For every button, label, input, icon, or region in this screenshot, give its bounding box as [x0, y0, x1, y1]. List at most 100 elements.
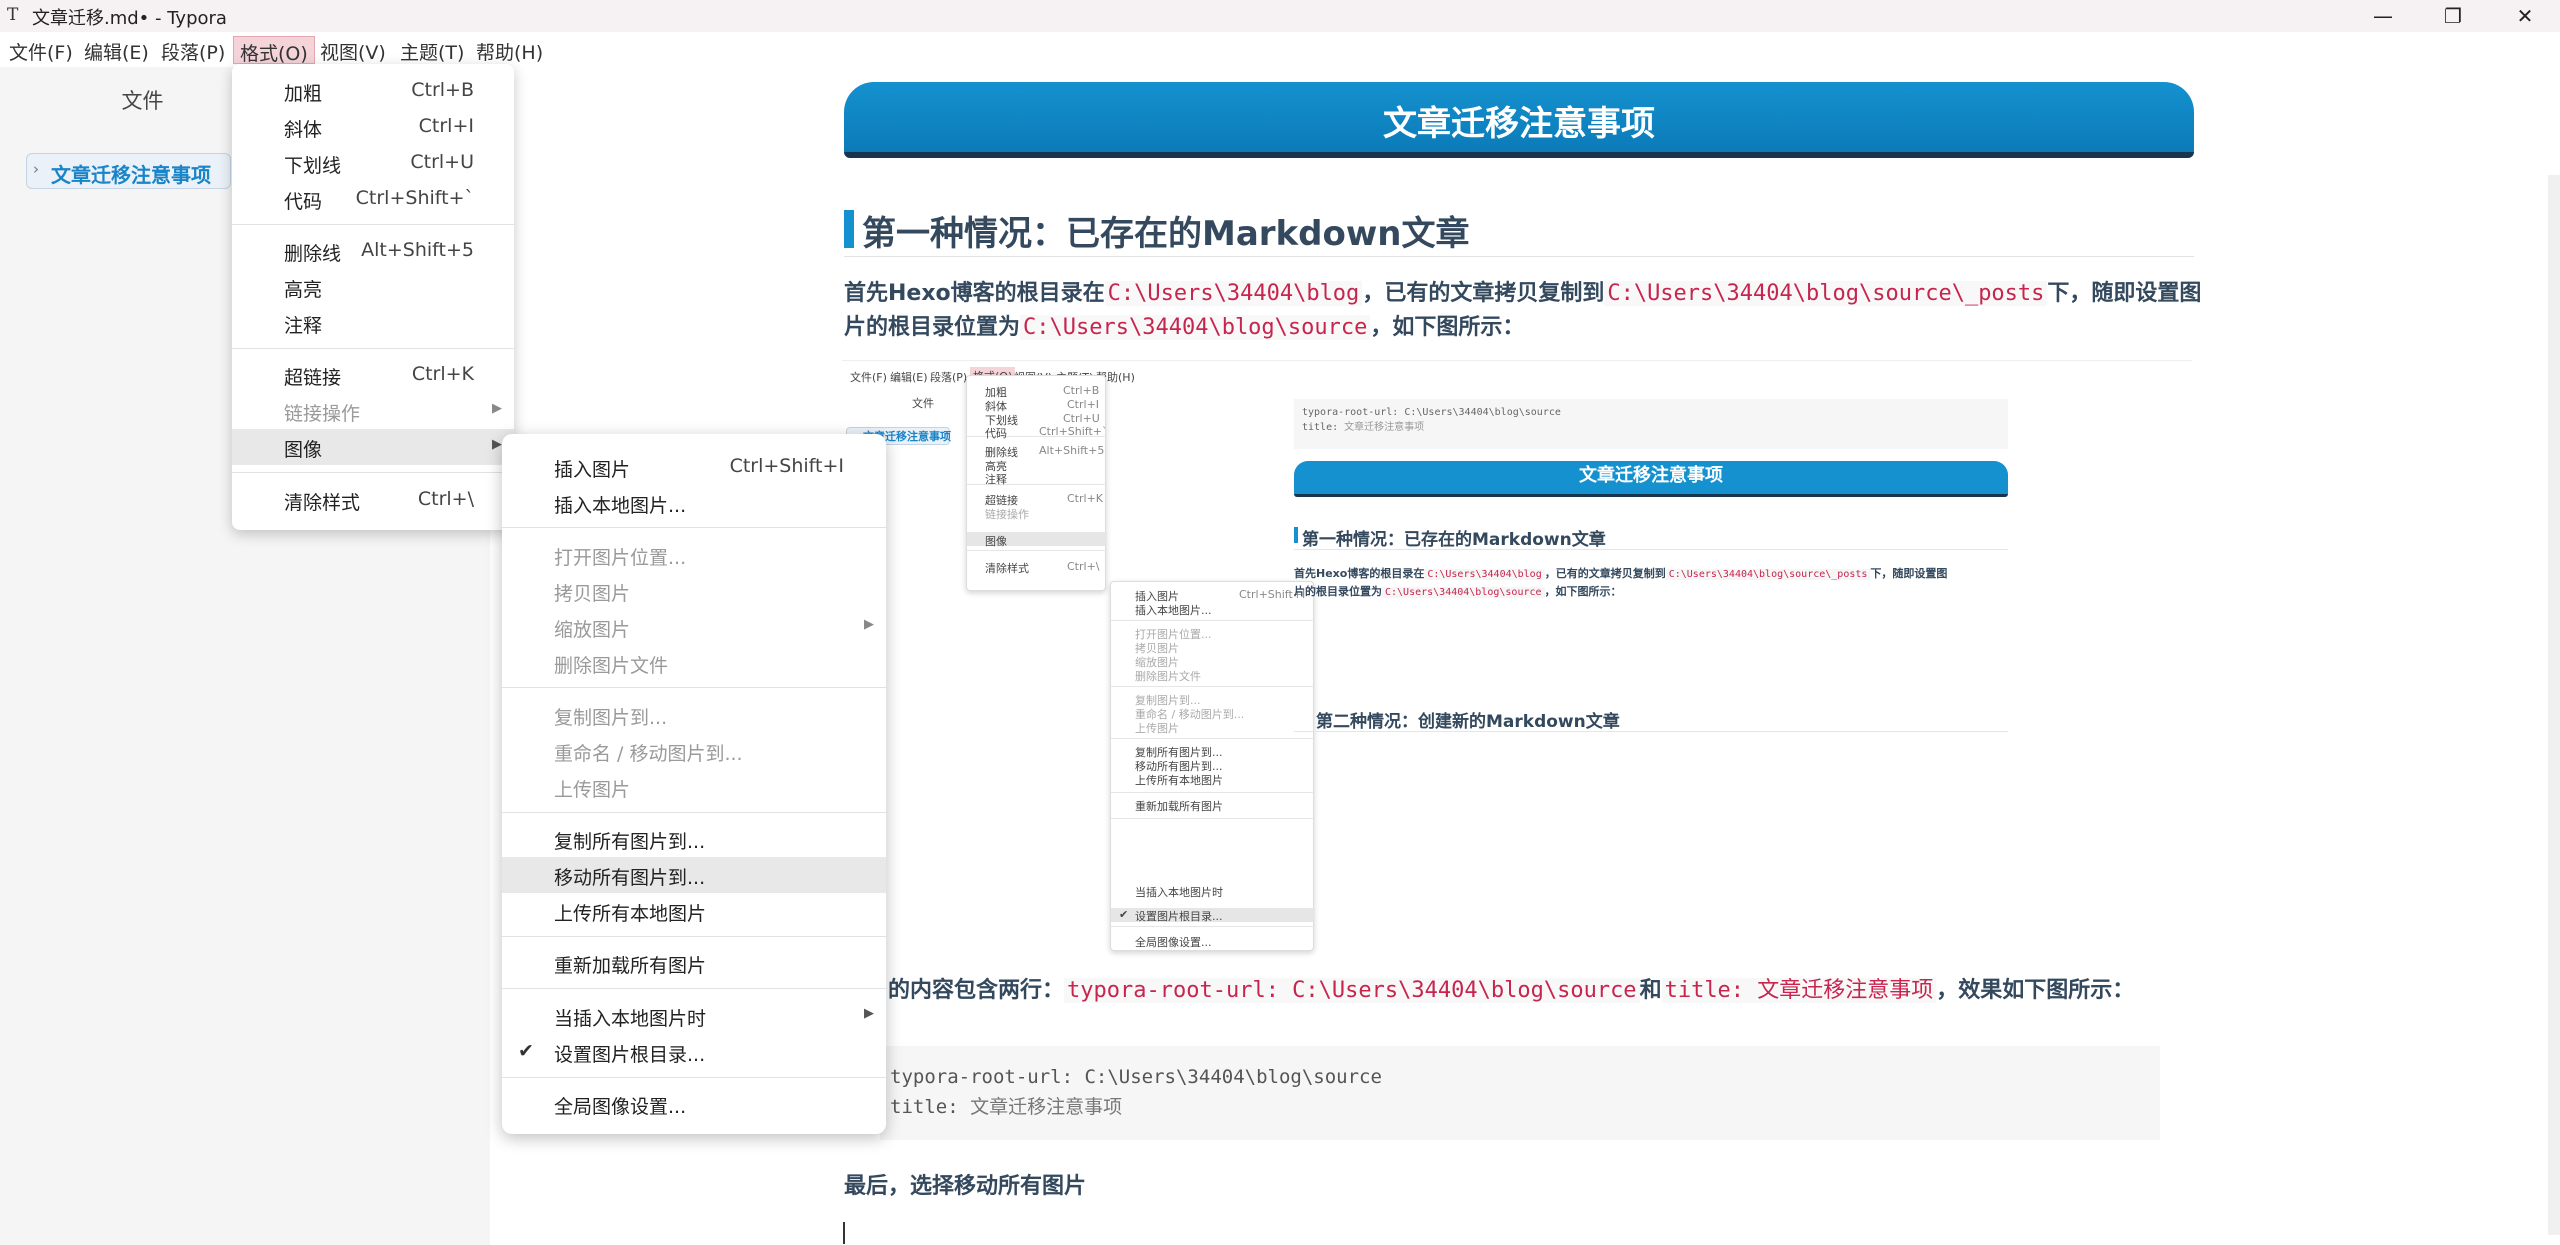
menu-item-insert-image[interactable]: 插入图片 Ctrl+Shift+I — [502, 449, 886, 485]
menu-item-hyperlink[interactable]: 超链接 Ctrl+K — [232, 357, 514, 393]
doc-title: 文章迁移注意事项 — [1383, 104, 1655, 144]
submenu-arrow-icon: ▶ — [492, 401, 502, 416]
shot-inline-code: C:\Users\34404\blog\source\_posts — [1665, 569, 1871, 580]
menu-item-label: 重命名 / 移动图片到... — [554, 743, 743, 765]
shot-inline-code: C:\Users\34404\blog — [1424, 569, 1545, 580]
shot-heading-1: 第一种情况：已存在的Markdown文章 — [1302, 530, 1606, 550]
menu-item-bold[interactable]: 加粗 Ctrl+B — [232, 73, 514, 109]
shot-menu-file: 文件(F) — [850, 371, 887, 384]
paragraph-1-line-2[interactable]: 片的根目录位置为 C:\Users\34404\blog\source ，如下图所示… — [844, 311, 1524, 345]
menu-item-shortcut: Ctrl+U — [410, 151, 474, 173]
menu-item-clear-format[interactable]: 清除样式 Ctrl+\ — [232, 482, 514, 518]
heading-accent-bar — [844, 210, 854, 248]
menu-item-reload-all-images[interactable]: 重新加载所有图片 — [502, 945, 886, 981]
scrollbar[interactable] — [2548, 175, 2560, 1235]
menu-item-underline[interactable]: 下划线 Ctrl+U — [232, 145, 514, 181]
menu-item-upload-image[interactable]: 上传图片 — [502, 769, 886, 805]
menu-item-label: 打开图片位置... — [554, 547, 687, 569]
inline-code: C:\Users\34404\blog\source\_posts — [1604, 281, 2048, 306]
shot-sidebar-title: 文件 — [912, 397, 934, 410]
menu-separator — [502, 988, 886, 989]
menu-item-set-image-root[interactable]: ✔ 设置图片根目录... — [502, 1034, 886, 1070]
inline-code: C:\Users\34404\blog — [1104, 281, 1363, 306]
shot-im-item: 设置图片根目录... — [1135, 910, 1223, 923]
shot-im-item: 上传图片 — [1135, 722, 1179, 735]
shot-text: ，如下图所示： — [1544, 585, 1622, 598]
shot-menu-separator — [1111, 686, 1315, 687]
shot-format-menu: 加粗 Ctrl+B 斜体 Ctrl+I 下划线 Ctrl+U 代码 Ctrl+S… — [966, 375, 1108, 591]
shot-code-key: title: — [1302, 422, 1339, 433]
menu-item-label: 上传所有本地图片 — [554, 903, 707, 925]
menu-file[interactable]: 文件(F) — [3, 36, 79, 64]
menu-item-label: 缩放图片 — [554, 619, 631, 641]
paragraph-3[interactable]: 最后，选择移动所有图片 — [844, 1170, 1086, 1204]
shot-code-line-1: typora-root-url: C:\Users\34404\blog\sou… — [1302, 407, 1561, 418]
menu-item-label: 超链接 — [284, 367, 342, 389]
minimize-button[interactable]: — — [2348, 0, 2418, 32]
shot-inline-code: C:\Users\34404\blog\source — [1382, 587, 1545, 598]
menu-item-label: 注释 — [284, 315, 323, 337]
menu-item-image[interactable]: 图像 ▶ — [232, 429, 514, 465]
menu-separator — [502, 527, 886, 528]
paragraph-2[interactable]: 的内容包含两行： typora-root-url: C:\Users\34404\… — [888, 974, 2134, 1008]
menu-item-when-insert-local-image[interactable]: 当插入本地图片时 ▶ — [502, 998, 886, 1034]
menu-item-copy-all-images[interactable]: 复制所有图片到... — [502, 821, 886, 857]
shot-check-icon: ✔ — [1119, 908, 1129, 921]
menu-item-label: 链接操作 — [284, 403, 361, 425]
menu-paragraph[interactable]: 段落(P) — [155, 36, 231, 64]
close-button[interactable]: ✕ — [2490, 0, 2560, 32]
shot-menu-separator — [1111, 738, 1315, 739]
inline-code: typora-root-url: C:\Users\34404\blog\sou… — [1064, 978, 1640, 1003]
chevron-right-icon[interactable]: › — [33, 160, 39, 178]
maximize-button[interactable]: ❐ — [2418, 0, 2488, 32]
menu-item-zoom-image[interactable]: 缩放图片 ▶ — [502, 609, 886, 645]
menu-format[interactable]: 格式(O) — [233, 36, 315, 65]
paragraph-1-line-1[interactable]: 首先Hexo博客的根目录在 C:\Users\34404\blog ，已有的文章拷贝… — [844, 277, 2201, 311]
typora-app-icon: T — [7, 5, 19, 25]
menu-item-upload-all-local-images[interactable]: 上传所有本地图片 — [502, 893, 886, 929]
menu-theme[interactable]: 主题(T) — [394, 36, 470, 64]
menu-item-delete-image-file[interactable]: 删除图片文件 — [502, 645, 886, 681]
sidebar-file-item[interactable]: › 文章迁移注意事项 — [26, 153, 231, 189]
image-submenu: 插入图片 Ctrl+Shift+I 插入本地图片... 打开图片位置... 拷贝图… — [502, 434, 886, 1134]
shot-fm-item: 代码 — [985, 427, 1007, 440]
menu-item-insert-local-image[interactable]: 插入本地图片... — [502, 485, 886, 521]
menu-separator — [502, 687, 886, 688]
menu-item-label: 移动所有图片到... — [554, 867, 706, 889]
text-span: 首先Hexo博客的根目录在 — [844, 281, 1105, 306]
front-matter-code-block[interactable]: typora-root-url: C:\Users\34404\blog\sou… — [880, 1046, 2160, 1140]
code-line-1: typora-root-url: C:\Users\34404\blog\sou… — [890, 1066, 1382, 1088]
menu-item-strikethrough[interactable]: 删除线 Alt+Shift+5 — [232, 233, 514, 269]
shot-code-value: 文章迁移注意事项 — [1344, 422, 1425, 433]
shot-text: 片的根目录位置为 — [1294, 585, 1382, 598]
shot-text: 首先Hexo博客的根目录在 — [1294, 567, 1425, 580]
shot-code-line-2: title: 文章迁移注意事项 — [1302, 418, 2000, 433]
menu-item-shortcut: Ctrl+\ — [417, 488, 474, 510]
submenu-arrow-icon: ▶ — [492, 437, 502, 452]
shot-para-line-1: 首先Hexo博客的根目录在 C:\Users\34404\blog ，已有的文章拷贝… — [1294, 565, 1947, 581]
menu-item-global-image-settings[interactable]: 全局图像设置... — [502, 1086, 886, 1122]
menu-item-code[interactable]: 代码 Ctrl+Shift+` — [232, 181, 514, 217]
menu-item-label: 图像 — [284, 439, 323, 461]
menu-item-copy-image-to[interactable]: 复制图片到... — [502, 697, 886, 733]
menu-item-italic[interactable]: 斜体 Ctrl+I — [232, 109, 514, 145]
menu-item-comment[interactable]: 注释 — [232, 305, 514, 341]
menu-edit[interactable]: 编辑(E) — [78, 36, 155, 64]
menu-item-link-actions[interactable]: 链接操作 ▶ — [232, 393, 514, 429]
menu-item-label: 加粗 — [284, 83, 323, 105]
menu-item-rename-move-image[interactable]: 重命名 / 移动图片到... — [502, 733, 886, 769]
embedded-screenshot[interactable]: 文件(F) 编辑(E) 段落(P) 格式(O) 视图(V) 主题(T) 帮助(H… — [842, 360, 2192, 955]
menu-item-shortcut: Ctrl+Shift+I — [729, 455, 844, 477]
menu-item-highlight[interactable]: 高亮 — [232, 269, 514, 305]
text-span: ，如下图所示： — [1370, 315, 1525, 340]
menu-item-move-all-images[interactable]: 移动所有图片到... — [502, 857, 886, 893]
menu-view[interactable]: 视图(V) — [314, 36, 392, 64]
menu-item-open-image-location[interactable]: 打开图片位置... — [502, 537, 886, 573]
menu-item-label: 当插入本地图片时 — [554, 1008, 707, 1030]
menu-item-copy-image[interactable]: 拷贝图片 — [502, 573, 886, 609]
shot-im-item: 插入本地图片... — [1135, 604, 1212, 617]
shot-fm-key: Ctrl+B — [1063, 384, 1100, 397]
menu-item-label: 复制所有图片到... — [554, 831, 706, 853]
menu-item-label: 全局图像设置... — [554, 1096, 687, 1118]
menu-help[interactable]: 帮助(H) — [470, 36, 549, 64]
